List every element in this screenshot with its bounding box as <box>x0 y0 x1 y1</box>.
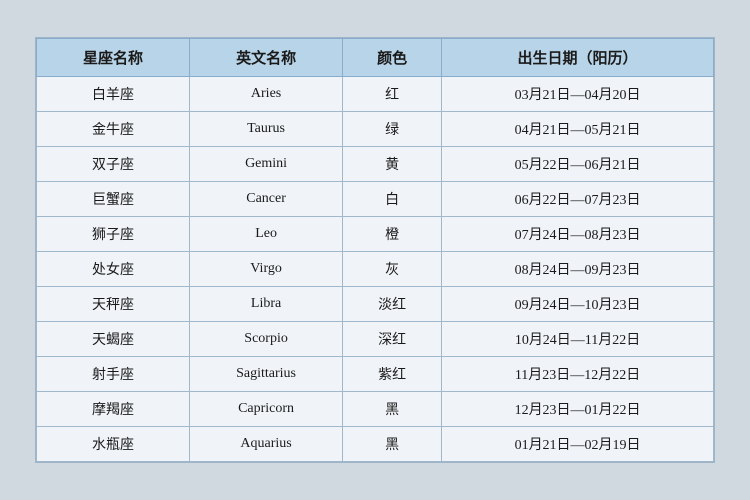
table-row: 天蝎座Scorpio深红10月24日—11月22日 <box>37 322 714 357</box>
cell-dates: 08月24日—09月23日 <box>442 252 714 287</box>
cell-english: Libra <box>190 287 343 322</box>
cell-dates: 03月21日—04月20日 <box>442 77 714 112</box>
cell-chinese: 双子座 <box>37 147 190 182</box>
cell-color: 红 <box>343 77 442 112</box>
table-row: 狮子座Leo橙07月24日—08月23日 <box>37 217 714 252</box>
col-header-dates: 出生日期（阳历） <box>442 39 714 77</box>
table-row: 金牛座Taurus绿04月21日—05月21日 <box>37 112 714 147</box>
cell-chinese: 天秤座 <box>37 287 190 322</box>
cell-english: Capricorn <box>190 392 343 427</box>
cell-chinese: 处女座 <box>37 252 190 287</box>
cell-english: Leo <box>190 217 343 252</box>
cell-color: 深红 <box>343 322 442 357</box>
cell-english: Taurus <box>190 112 343 147</box>
cell-english: Virgo <box>190 252 343 287</box>
table-row: 双子座Gemini黄05月22日—06月21日 <box>37 147 714 182</box>
cell-color: 灰 <box>343 252 442 287</box>
cell-color: 橙 <box>343 217 442 252</box>
col-header-chinese: 星座名称 <box>37 39 190 77</box>
cell-english: Sagittarius <box>190 357 343 392</box>
cell-dates: 10月24日—11月22日 <box>442 322 714 357</box>
cell-english: Gemini <box>190 147 343 182</box>
cell-color: 黑 <box>343 392 442 427</box>
cell-chinese: 水瓶座 <box>37 427 190 462</box>
cell-chinese: 射手座 <box>37 357 190 392</box>
cell-chinese: 巨蟹座 <box>37 182 190 217</box>
cell-color: 黄 <box>343 147 442 182</box>
cell-english: Aries <box>190 77 343 112</box>
table-row: 巨蟹座Cancer白06月22日—07月23日 <box>37 182 714 217</box>
table-row: 水瓶座Aquarius黑01月21日—02月19日 <box>37 427 714 462</box>
cell-english: Cancer <box>190 182 343 217</box>
zodiac-table-container: 星座名称 英文名称 颜色 出生日期（阳历） 白羊座Aries红03月21日—04… <box>35 37 715 463</box>
cell-dates: 06月22日—07月23日 <box>442 182 714 217</box>
cell-color: 紫红 <box>343 357 442 392</box>
cell-chinese: 金牛座 <box>37 112 190 147</box>
cell-chinese: 摩羯座 <box>37 392 190 427</box>
cell-english: Aquarius <box>190 427 343 462</box>
table-row: 天秤座Libra淡红09月24日—10月23日 <box>37 287 714 322</box>
cell-dates: 04月21日—05月21日 <box>442 112 714 147</box>
table-row: 摩羯座Capricorn黑12月23日—01月22日 <box>37 392 714 427</box>
col-header-color: 颜色 <box>343 39 442 77</box>
col-header-english: 英文名称 <box>190 39 343 77</box>
table-row: 射手座Sagittarius紫红11月23日—12月22日 <box>37 357 714 392</box>
cell-color: 淡红 <box>343 287 442 322</box>
cell-dates: 05月22日—06月21日 <box>442 147 714 182</box>
table-row: 处女座Virgo灰08月24日—09月23日 <box>37 252 714 287</box>
table-row: 白羊座Aries红03月21日—04月20日 <box>37 77 714 112</box>
cell-chinese: 天蝎座 <box>37 322 190 357</box>
cell-dates: 01月21日—02月19日 <box>442 427 714 462</box>
cell-chinese: 白羊座 <box>37 77 190 112</box>
cell-dates: 12月23日—01月22日 <box>442 392 714 427</box>
cell-english: Scorpio <box>190 322 343 357</box>
cell-dates: 09月24日—10月23日 <box>442 287 714 322</box>
cell-chinese: 狮子座 <box>37 217 190 252</box>
table-body: 白羊座Aries红03月21日—04月20日金牛座Taurus绿04月21日—0… <box>37 77 714 462</box>
cell-color: 黑 <box>343 427 442 462</box>
cell-dates: 11月23日—12月22日 <box>442 357 714 392</box>
zodiac-table: 星座名称 英文名称 颜色 出生日期（阳历） 白羊座Aries红03月21日—04… <box>36 38 714 462</box>
cell-color: 绿 <box>343 112 442 147</box>
table-header-row: 星座名称 英文名称 颜色 出生日期（阳历） <box>37 39 714 77</box>
cell-dates: 07月24日—08月23日 <box>442 217 714 252</box>
cell-color: 白 <box>343 182 442 217</box>
